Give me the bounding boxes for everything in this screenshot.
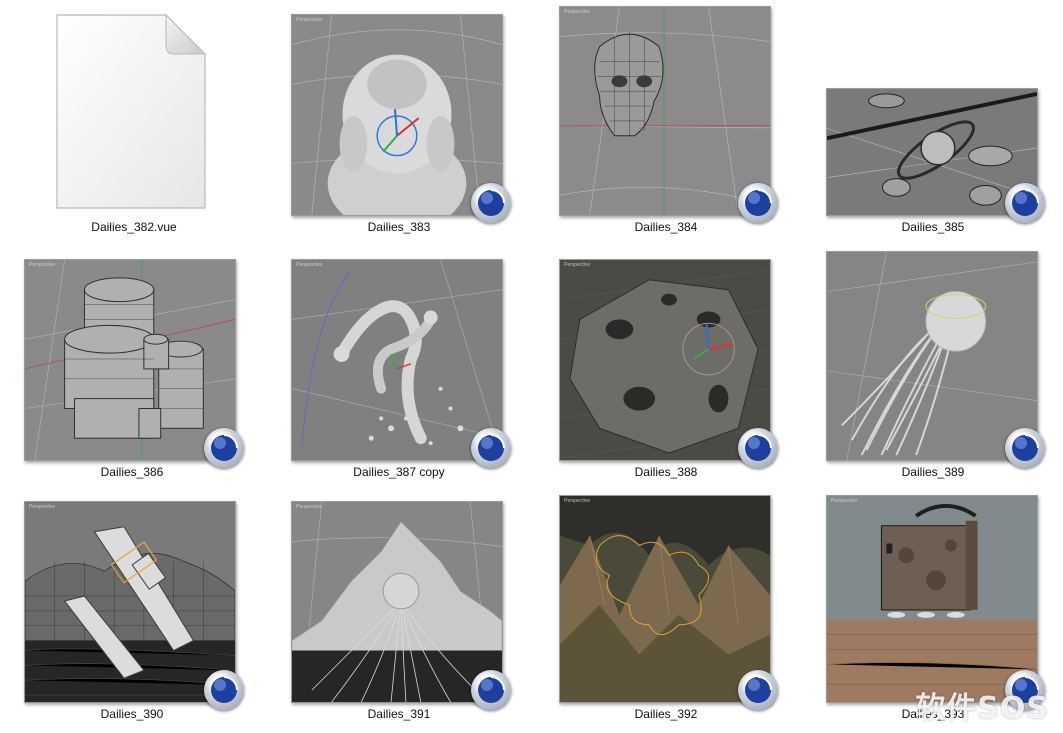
file-item[interactable]: Perspective Dailies_383 (279, 6, 519, 246)
file-name: Dailies_385 (901, 220, 965, 234)
blank-document-icon (56, 13, 207, 209)
viewport-label: Perspective (29, 262, 56, 268)
file-item[interactable]: Dailies_389 (813, 251, 1053, 491)
viewport-label: Perspective (296, 504, 323, 510)
cinema4d-badge-icon (471, 183, 511, 223)
cinema4d-badge-icon (1005, 428, 1045, 468)
file-item[interactable]: Dailies_382.vue (14, 6, 254, 246)
file-name: Dailies_391 (367, 707, 431, 721)
cinema4d-badge-icon (1005, 183, 1045, 223)
cinema4d-badge-icon (204, 428, 244, 468)
file-item[interactable]: Perspective Dailies_392 (546, 493, 786, 733)
viewport-label: Perspective (564, 262, 591, 268)
file-name: Dailies_383 (367, 220, 431, 234)
file-name: Dailies_392 (634, 707, 698, 721)
cinema4d-badge-icon (471, 428, 511, 468)
viewport-label: Perspective (564, 498, 591, 504)
file-name: Dailies_384 (634, 220, 698, 234)
file-item[interactable]: Perspective Dailies_388 (546, 251, 786, 491)
file-item[interactable]: Perspective Dailies_386 (12, 251, 252, 491)
file-name: Dailies_382.vue (91, 220, 177, 234)
viewport-label: Perspective (29, 504, 56, 510)
viewport-label: Perspective (831, 498, 858, 504)
file-name: Dailies_388 (634, 465, 698, 479)
file-item[interactable]: Dailies_385 (813, 6, 1053, 246)
cinema4d-badge-icon (738, 428, 778, 468)
cinema4d-badge-icon (471, 670, 511, 710)
file-name: Dailies_389 (901, 465, 965, 479)
viewport-label: Perspective (564, 9, 591, 15)
file-name: Dailies_386 (100, 465, 164, 479)
file-item[interactable]: Perspective Dailies_391 (279, 493, 519, 733)
file-item[interactable]: Perspective Dailies_384 (546, 6, 786, 246)
file-item[interactable]: Perspective Dailies_390 (12, 493, 252, 733)
cinema4d-badge-icon (738, 670, 778, 710)
file-name: Dailies_390 (100, 707, 164, 721)
viewport-label: Perspective (296, 262, 323, 268)
cinema4d-badge-icon (204, 670, 244, 710)
cinema4d-badge-icon (738, 183, 778, 223)
file-item[interactable]: Perspective Dailies_387 copy (279, 251, 519, 491)
file-name: Dailies_387 copy (353, 465, 445, 479)
viewport-label: Perspective (296, 17, 323, 23)
watermark: 软件SOS (915, 691, 1049, 726)
